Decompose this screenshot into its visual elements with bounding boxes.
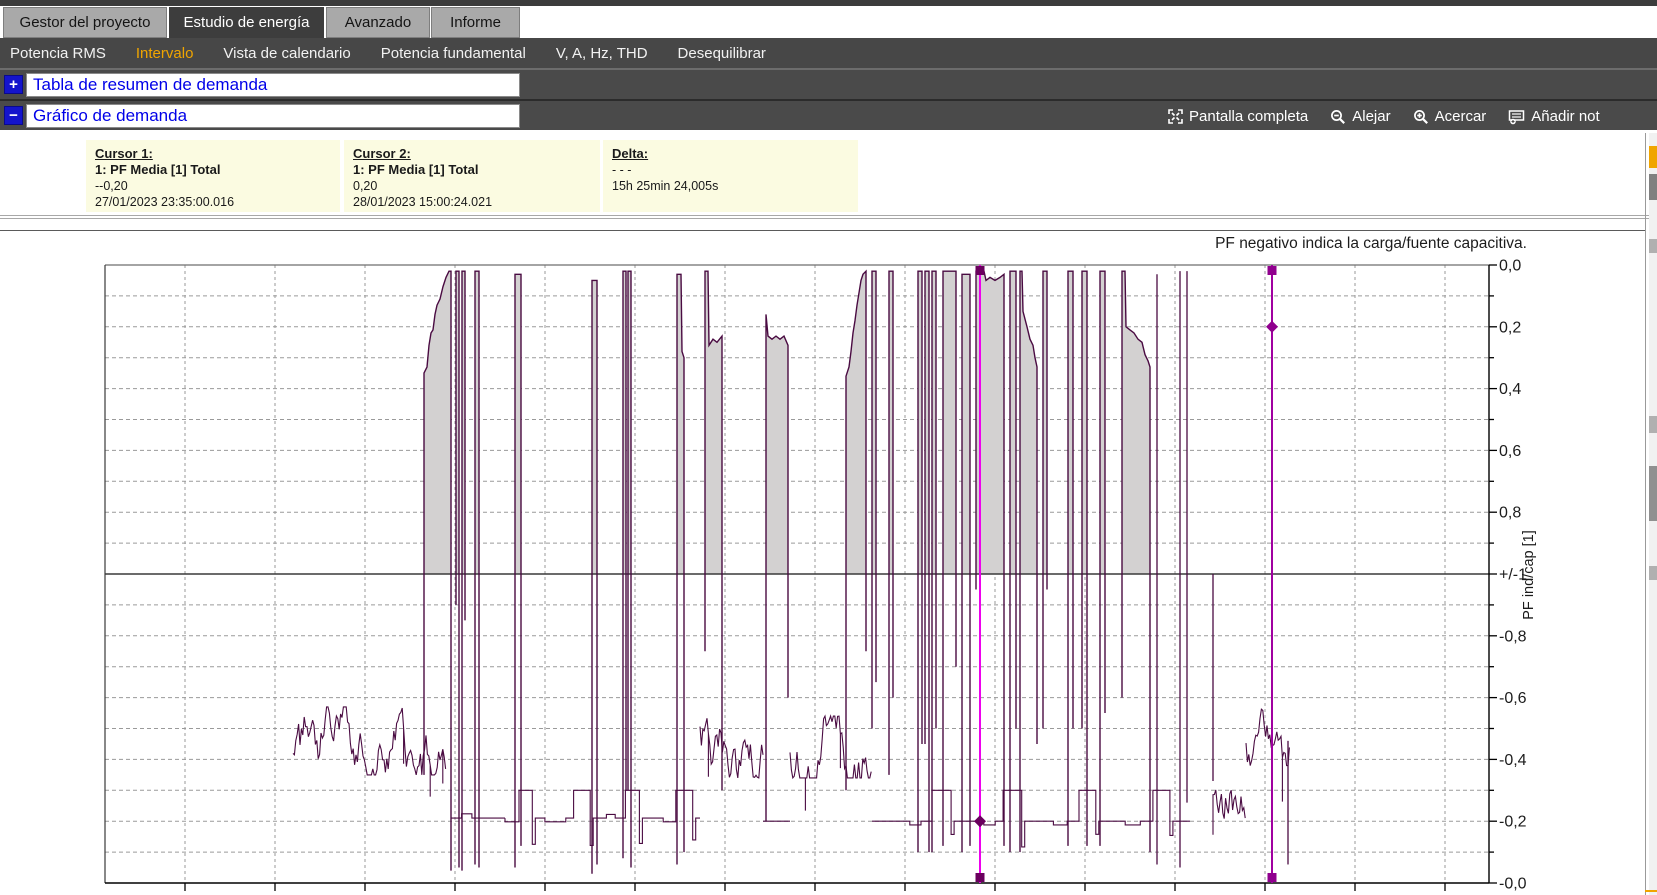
cursor-2-top-handle bbox=[1268, 266, 1277, 275]
tab-avanzado[interactable]: Avanzado bbox=[326, 7, 430, 38]
pf-column-fill bbox=[1020, 271, 1037, 574]
energy-analyze-app: Gestor del proyecto Estudio de energía A… bbox=[0, 0, 1657, 895]
panel-divider bbox=[0, 215, 1657, 216]
y-axis-tick-label: -0,4 bbox=[1499, 752, 1527, 769]
scrollbar-marker bbox=[1649, 146, 1657, 168]
nav-v-a-hz-thd[interactable]: V, A, Hz, THD bbox=[556, 45, 648, 62]
nav-intervalo[interactable]: Intervalo bbox=[136, 45, 194, 62]
pf-column-fill bbox=[962, 274, 970, 574]
nav-vista-de-calendario[interactable]: Vista de calendario bbox=[223, 45, 350, 62]
zoom-in-icon bbox=[1413, 109, 1429, 125]
cursor-2-value-marker bbox=[1266, 321, 1278, 333]
y-axis-tick-label: -0,0 bbox=[1499, 876, 1527, 893]
tab-informe[interactable]: Informe bbox=[431, 7, 520, 38]
y-axis-tick-label: 0,4 bbox=[1499, 381, 1521, 398]
pf-column-fill bbox=[1100, 271, 1105, 574]
pf-column-fill bbox=[592, 280, 597, 574]
cursor2-series: 1: PF Media [1] Total bbox=[353, 162, 592, 178]
note-marker bbox=[1645, 890, 1657, 892]
zoom-out-label: Alejar bbox=[1352, 108, 1390, 125]
cursor-info-panel: Cursor 1: 1: PF Media [1] Total --0,20 2… bbox=[0, 130, 1657, 215]
pf-column-fill bbox=[1068, 271, 1073, 574]
pf-column-fill bbox=[515, 274, 521, 574]
add-note-icon bbox=[1508, 109, 1525, 125]
pf-trace-pulses bbox=[505, 790, 700, 845]
zoom-in-button[interactable]: Acercar bbox=[1413, 108, 1487, 125]
cursor2-value: 0,20 bbox=[353, 178, 592, 194]
cursor1-title: Cursor 1: bbox=[95, 146, 332, 162]
tab-gestor-del-proyecto[interactable]: Gestor del proyecto bbox=[3, 7, 167, 38]
section-title-demand-graph: Gráfico de demanda bbox=[33, 106, 187, 126]
pf-column-fill bbox=[705, 271, 722, 574]
fullscreen-label: Pantalla completa bbox=[1189, 108, 1308, 125]
fullscreen-button[interactable]: Pantalla completa bbox=[1168, 108, 1308, 125]
tab-estudio-de-energia[interactable]: Estudio de energía bbox=[169, 7, 324, 38]
delta-info-box: Delta: - - - 15h 25min 24,005s bbox=[603, 140, 858, 212]
add-note-button[interactable]: Añadir not bbox=[1508, 108, 1599, 125]
y-axis-tick-label: -0,6 bbox=[1499, 690, 1527, 707]
expand-icon[interactable]: + bbox=[4, 75, 23, 94]
y-axis-tick-label: 0,8 bbox=[1499, 505, 1521, 522]
pf-column-fill bbox=[943, 271, 956, 574]
zoom-in-label: Acercar bbox=[1435, 108, 1487, 125]
pf-trace-noise bbox=[700, 718, 763, 778]
zoom-out-button[interactable]: Alejar bbox=[1330, 108, 1390, 125]
y-axis-tick-label: 0,2 bbox=[1499, 319, 1521, 336]
pf-trace-noise bbox=[1213, 790, 1245, 835]
cursor1-series: 1: PF Media [1] Total bbox=[95, 162, 332, 178]
y-axis-title: PF ind/cap [1] bbox=[1521, 530, 1537, 619]
main-tab-bar: Gestor del proyecto Estudio de energía A… bbox=[0, 6, 1657, 38]
nav-potencia-rms[interactable]: Potencia RMS bbox=[10, 45, 106, 62]
y-axis-tick-label: -0,8 bbox=[1499, 628, 1527, 645]
cursor-2-bottom-handle bbox=[1268, 873, 1277, 882]
y-axis-tick-label: -0,2 bbox=[1499, 814, 1527, 831]
cursor2-info-box: Cursor 2: 1: PF Media [1] Total 0,20 28/… bbox=[344, 140, 600, 212]
pf-trace-noise bbox=[790, 716, 871, 811]
cursor2-title: Cursor 2: bbox=[353, 146, 592, 162]
sub-nav-bar: Potencia RMS Intervalo Vista de calendar… bbox=[0, 38, 1657, 68]
pf-trace-noise bbox=[293, 707, 446, 797]
vertical-scrollbar[interactable] bbox=[1649, 133, 1657, 895]
cursor-1-top-handle bbox=[976, 266, 985, 275]
y-axis-tick-label: 0,0 bbox=[1499, 258, 1521, 275]
section-title-box: Gráfico de demanda bbox=[26, 104, 520, 128]
demand-chart: PF negativo indica la carga/fuente capac… bbox=[0, 225, 1657, 895]
scrollbar-marker bbox=[1649, 239, 1657, 253]
pf-column-fill bbox=[1010, 271, 1016, 574]
panel-divider bbox=[0, 218, 1657, 219]
scrollbar-thumb[interactable] bbox=[1649, 466, 1657, 521]
pf-column-fill bbox=[766, 314, 788, 574]
pf-column-fill bbox=[424, 271, 451, 574]
chart-toolbar: Pantalla completa Alejar Acercar bbox=[1168, 101, 1657, 132]
zoom-out-icon bbox=[1330, 109, 1346, 125]
chart-note: PF negativo indica la carga/fuente capac… bbox=[1215, 235, 1527, 252]
scrollbar-marker bbox=[1649, 416, 1657, 433]
delta-value: - - - bbox=[612, 162, 850, 178]
add-note-label: Añadir not bbox=[1531, 108, 1599, 125]
nav-potencia-fundamental[interactable]: Potencia fundamental bbox=[381, 45, 526, 62]
pf-trace-noise bbox=[1246, 709, 1289, 801]
cursor-1-bottom-handle bbox=[976, 873, 985, 882]
pf-trace-pulses bbox=[872, 790, 1190, 847]
cursor2-timestamp: 28/01/2023 15:00:24.021 bbox=[353, 194, 592, 210]
delta-title: Delta: bbox=[612, 146, 850, 162]
pf-column-fill bbox=[677, 274, 684, 574]
section-title-box: Tabla de resumen de demanda bbox=[26, 73, 520, 97]
scrollbar-marker bbox=[1649, 174, 1657, 200]
nav-desequilibrar[interactable]: Desequilibrar bbox=[678, 45, 766, 62]
section-demand-graph: − Gráfico de demanda Pantalla completa bbox=[0, 99, 1657, 130]
section-demand-summary-table: + Tabla de resumen de demanda bbox=[0, 68, 1657, 99]
cursor1-info-box: Cursor 1: 1: PF Media [1] Total --0,20 2… bbox=[86, 140, 340, 212]
scrollbar-marker bbox=[1649, 566, 1657, 580]
cursor1-timestamp: 27/01/2023 23:35:00.016 bbox=[95, 194, 332, 210]
delta-duration: 15h 25min 24,005s bbox=[612, 178, 850, 194]
fullscreen-icon bbox=[1168, 109, 1183, 124]
y-axis-tick-label: 0,6 bbox=[1499, 443, 1521, 460]
section-title-demand-table: Tabla de resumen de demanda bbox=[33, 75, 267, 95]
content-right-border bbox=[1645, 133, 1646, 895]
pf-column-fill bbox=[1082, 271, 1087, 574]
cursor1-value: --0,20 bbox=[95, 178, 332, 194]
collapse-icon[interactable]: − bbox=[4, 106, 23, 125]
